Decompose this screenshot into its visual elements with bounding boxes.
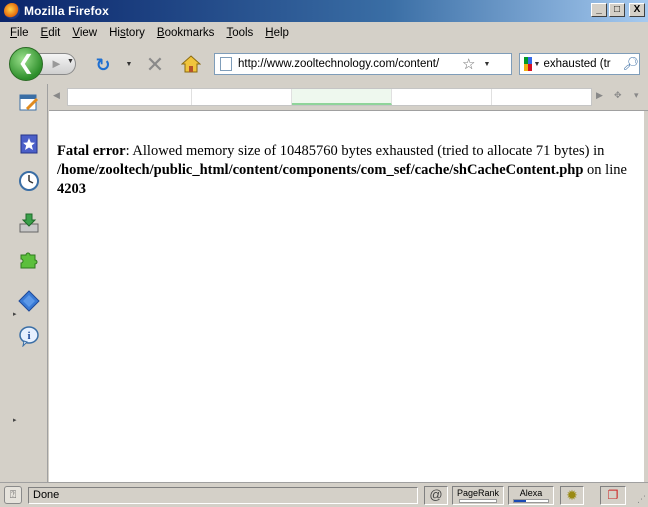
downloads-icon[interactable] (17, 212, 41, 236)
tab[interactable] (392, 89, 492, 105)
forward-arrow-icon: ► (50, 56, 63, 71)
menu-bookmarks[interactable]: Bookmarks (151, 27, 221, 39)
svg-text:i: i (27, 330, 30, 342)
error-on-line: on line (583, 162, 627, 178)
search-input[interactable] (543, 58, 622, 70)
window-right-edge (644, 111, 648, 482)
error-line-number: 4203 (57, 181, 86, 197)
error-text: : Allowed memory size of 10485760 bytes … (125, 143, 605, 159)
fatal-error-message: Fatal error: Allowed memory size of 1048… (57, 142, 639, 199)
stop-button[interactable]: ✕ (144, 54, 166, 76)
tab-move-icon[interactable]: ✥ (614, 90, 622, 101)
window-titlebar[interactable]: Mozilla Firefox _ □ X (0, 0, 648, 22)
window-title: Mozilla Firefox (24, 4, 109, 18)
page-edit-icon[interactable] (17, 92, 41, 116)
menu-edit[interactable]: Edit (35, 27, 67, 39)
window-controls: _ □ X (591, 3, 645, 17)
tab[interactable] (192, 89, 292, 105)
google-icon[interactable] (524, 57, 532, 71)
back-button[interactable]: ❮ (9, 47, 43, 81)
history-clock-icon[interactable] (17, 170, 41, 194)
error-file-path: /home/zooltech/public_html/content/compo… (57, 162, 584, 178)
menu-history[interactable]: History (103, 27, 151, 39)
info-icon[interactable]: i (17, 325, 41, 349)
sidebar-toolbar: i ▸ ▸ (10, 84, 48, 482)
minimize-button[interactable]: _ (591, 3, 607, 17)
history-dropdown-icon[interactable]: ▼ (67, 58, 74, 65)
pagerank-panel[interactable]: PageRank (452, 486, 504, 505)
forward-button[interactable]: ► ▼ (38, 53, 76, 75)
menu-tools[interactable]: Tools (220, 27, 259, 39)
url-input[interactable] (238, 58, 460, 70)
firefox-logo-icon (4, 3, 20, 19)
pagerank-label: PageRank (456, 488, 500, 498)
status-text: Done (28, 487, 418, 504)
resize-grip-icon[interactable]: ⋰ (637, 494, 646, 505)
alexa-panel[interactable]: Alexa (508, 486, 554, 505)
alexa-bar-fill (514, 500, 526, 502)
tab-scroll-left-icon[interactable]: ◀ (53, 90, 60, 101)
url-bar[interactable]: ☆ ▼ (214, 53, 512, 75)
tab-bar (67, 88, 592, 106)
home-icon (180, 55, 202, 73)
search-engine-dropdown-icon[interactable]: ▼ (534, 61, 541, 68)
addons-puzzle-icon[interactable] (17, 248, 41, 272)
bookmark-star-icon[interactable]: ☆ (462, 55, 475, 73)
home-button[interactable] (180, 54, 202, 76)
menu-view[interactable]: View (66, 27, 103, 39)
navigation-toolbar: ► ▼ ❮ ↻ ▼ ✕ ☆ ▼ ▼ 🔎︎ (0, 44, 648, 84)
sidebar-collapse-icon-2[interactable]: ▸ (13, 416, 17, 424)
extension-cross-icon[interactable] (17, 290, 41, 314)
tab-list-icon[interactable]: ▾ (634, 90, 639, 101)
menu-help[interactable]: Help (259, 27, 295, 39)
status-bar: ⍰ Done @ PageRank Alexa ✹ ❐ ⋰ (0, 482, 648, 507)
tab-scroll-right-icon[interactable]: ▶ (596, 90, 603, 101)
bookmarks-icon[interactable] (17, 133, 41, 157)
url-dropdown-icon[interactable]: ▼ (483, 61, 490, 68)
reload-dropdown-icon[interactable]: ▼ (124, 54, 134, 76)
reload-button[interactable]: ↻ (92, 54, 114, 76)
tab-active[interactable] (292, 89, 392, 105)
magnifier-icon[interactable]: 🔎︎ (622, 56, 639, 72)
menu-file[interactable]: File (4, 27, 35, 39)
alexa-label: Alexa (519, 488, 543, 498)
stop-icon: ✕ (145, 52, 165, 77)
tab[interactable] (92, 89, 192, 105)
pagerank-bar (459, 499, 497, 503)
gear-icon[interactable]: ✹ (560, 486, 584, 505)
tab-strip: ◀ ▶ ✥ ▾ (49, 84, 648, 111)
maximize-button[interactable]: □ (609, 3, 625, 17)
window-restore-icon[interactable]: ❐ (600, 486, 626, 505)
back-arrow-icon: ❮ (17, 52, 35, 74)
email-at-icon[interactable]: @ (424, 486, 448, 505)
menu-bar: File Edit View History Bookmarks Tools H… (0, 22, 648, 44)
page-icon (220, 57, 232, 71)
security-status-icon[interactable]: ⍰ (4, 486, 22, 504)
error-label: Fatal error (57, 143, 126, 159)
reload-icon: ↻ (95, 55, 111, 75)
sidebar-collapse-icon[interactable]: ▸ (13, 310, 17, 318)
search-bar[interactable]: ▼ 🔎︎ (519, 53, 640, 75)
close-button[interactable]: X (629, 3, 645, 17)
alexa-bar (513, 499, 549, 503)
page-content: Fatal error: Allowed memory size of 1048… (49, 111, 644, 482)
